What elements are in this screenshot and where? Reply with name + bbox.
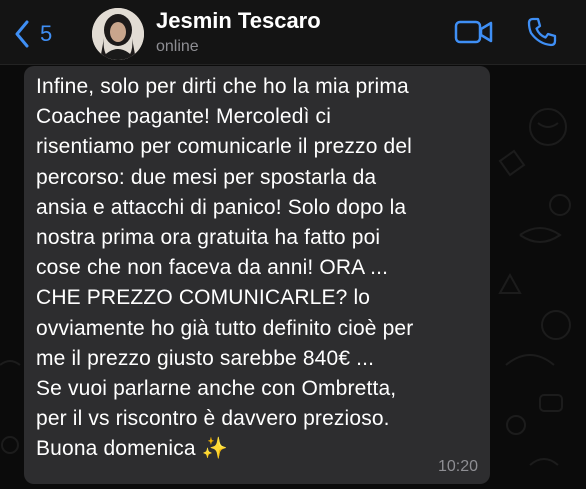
chat-header: 5 Jesmin Tescaro online [0,0,586,65]
message-text: Infine, solo per dirti che ho la mia pri… [36,75,414,461]
unread-count: 5 [40,21,53,46]
avatar[interactable] [92,8,144,60]
chevron-left-icon [15,20,29,48]
video-camera-icon [454,20,493,44]
video-call-button[interactable] [454,18,494,51]
back-button[interactable]: 5 [14,14,52,54]
chat-screen: 5 Jesmin Tescaro online Infine, solo per… [0,0,586,489]
message-timestamp: 10:20 [437,458,478,475]
contact-name[interactable]: Jesmin Tescaro [156,8,321,34]
contact-status: online [156,38,199,55]
message-bubble[interactable]: Infine, solo per dirti che ho la mia pri… [24,66,490,484]
phone-icon [527,17,557,47]
avatar-photo [92,8,144,60]
voice-call-button[interactable] [526,16,558,53]
